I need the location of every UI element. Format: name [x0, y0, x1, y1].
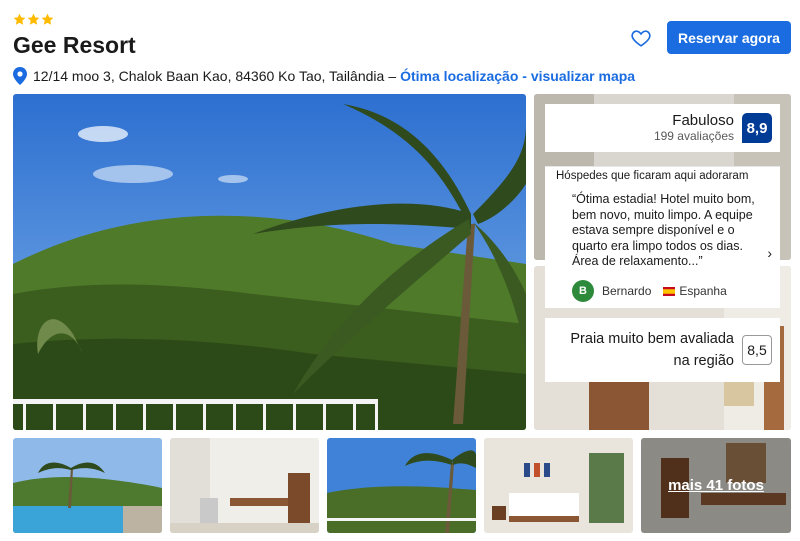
- review-quote: “Ótima estadia! Hotel muito bom, bem nov…: [572, 192, 755, 268]
- beach-rating-card[interactable]: Praia muito bem avaliada na região 8,5: [545, 318, 780, 382]
- rating-card[interactable]: Fabuloso 199 avaliações 8,9: [545, 104, 780, 152]
- address-line: 12/14 moo 3, Chalok Baan Kao, 84360 Ko T…: [13, 66, 635, 86]
- thumbnail-more-photos[interactable]: mais 41 fotos: [641, 438, 791, 533]
- guest-review-card[interactable]: Hóspedes que ficaram aqui adoraram “Ótim…: [545, 166, 780, 308]
- reviewer-name: Bernardo: [602, 284, 652, 298]
- chevron-right-icon[interactable]: ›: [767, 245, 772, 261]
- main-photo[interactable]: [13, 94, 526, 430]
- thumbnail-room[interactable]: [170, 438, 319, 533]
- reviewer-country: Espanha: [679, 284, 727, 298]
- score-badge: 8,9: [742, 113, 772, 143]
- star-icon: [41, 13, 54, 25]
- spain-flag-icon: [663, 286, 676, 296]
- location-pin-icon: [13, 67, 27, 85]
- reserve-button[interactable]: Reservar agora: [667, 21, 791, 54]
- more-photos-link[interactable]: mais 41 fotos: [668, 477, 764, 494]
- thumbnail-bedroom[interactable]: [484, 438, 633, 533]
- reviewer: B Bernardo Espanha: [572, 280, 727, 302]
- address-text: 12/14 moo 3, Chalok Baan Kao, 84360 Ko T…: [33, 68, 385, 84]
- rating-label: Fabuloso: [672, 112, 734, 129]
- heart-icon[interactable]: [630, 27, 652, 49]
- avatar: B: [572, 280, 594, 302]
- beach-label: Praia muito bem avaliada na região: [570, 331, 734, 369]
- thumbnail-view[interactable]: [327, 438, 476, 533]
- review-heading: Hóspedes que ficaram aqui adoraram: [556, 170, 749, 182]
- star-icon: [27, 13, 40, 25]
- review-count: 199 avaliações: [653, 129, 734, 143]
- view-map-link[interactable]: Ótima localização - visualizar mapa: [400, 68, 635, 84]
- star-rating: [13, 13, 54, 27]
- hotel-name: Gee Resort: [13, 32, 136, 58]
- beach-score-badge: 8,5: [742, 335, 772, 365]
- address-separator: –: [388, 68, 397, 84]
- thumbnail-pool[interactable]: [13, 438, 162, 533]
- star-icon: [13, 13, 26, 25]
- more-photos-overlay[interactable]: mais 41 fotos: [641, 438, 791, 533]
